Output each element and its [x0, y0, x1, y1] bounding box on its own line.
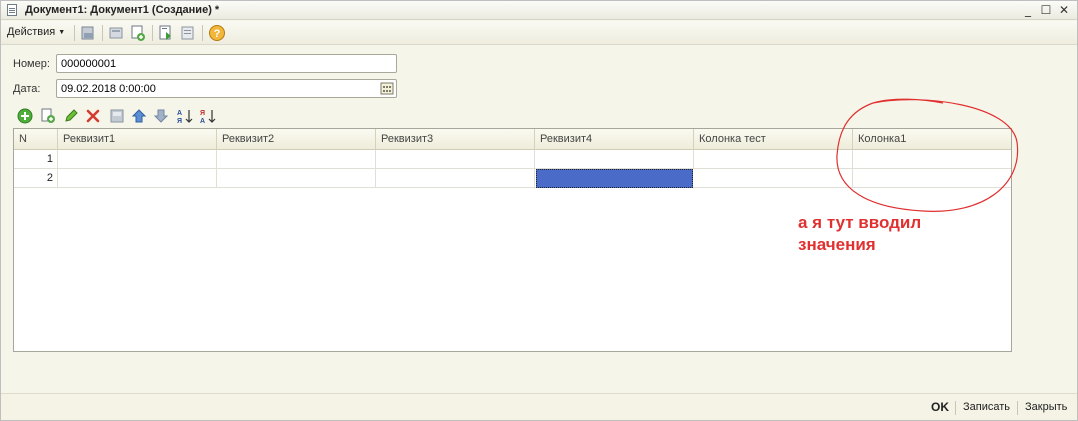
column-header-rekvizit4[interactable]: Реквизит4: [535, 129, 694, 150]
column-header-n[interactable]: N: [14, 129, 58, 150]
window-title: Документ1: Документ1 (Создание) *: [25, 4, 220, 16]
row-number-cell[interactable]: 1: [14, 150, 58, 169]
table-cell[interactable]: [217, 150, 376, 169]
document-window: Документ1: Документ1 (Создание) * _ ☐ ✕ …: [0, 0, 1078, 421]
main-toolbar: Действия ▼ ?: [1, 21, 1077, 45]
print-icon[interactable]: [179, 24, 197, 42]
bottom-command-bar: OK Записать Закрыть: [1, 393, 1077, 420]
move-down-icon[interactable]: [153, 108, 169, 124]
svg-text:Я: Я: [177, 118, 182, 124]
actions-menu-label: Действия: [7, 26, 56, 38]
table-cell[interactable]: [376, 150, 535, 169]
chevron-down-icon: ▼: [58, 29, 66, 36]
table-cell[interactable]: [694, 169, 853, 188]
command-divider: [955, 401, 956, 415]
title-bar: Документ1: Документ1 (Создание) * _ ☐ ✕: [1, 1, 1077, 20]
close-button[interactable]: Закрыть: [1025, 401, 1067, 413]
annotation-circle: [836, 98, 1019, 212]
table-cell[interactable]: [376, 169, 535, 188]
delete-row-icon[interactable]: [85, 108, 101, 124]
row-number-cell[interactable]: 2: [14, 169, 58, 188]
end-edit-icon[interactable]: [109, 108, 125, 124]
cancel-posting-icon[interactable]: [107, 24, 125, 42]
sort-asc-icon[interactable]: А Я: [177, 108, 193, 124]
move-up-icon[interactable]: [131, 108, 147, 124]
column-header-rekvizit1[interactable]: Реквизит1: [58, 129, 217, 150]
post-document-icon[interactable]: [79, 24, 97, 42]
number-field[interactable]: 000000001: [56, 54, 397, 73]
calendar-icon[interactable]: [380, 81, 395, 96]
table-cell[interactable]: [58, 150, 217, 169]
svg-text:А: А: [200, 118, 205, 124]
sort-desc-icon[interactable]: Я А: [200, 108, 216, 124]
minimize-button[interactable]: _: [1020, 3, 1036, 17]
svg-text:Я: Я: [200, 110, 205, 117]
toolbar-divider: [152, 25, 153, 41]
maximize-button[interactable]: ☐: [1038, 3, 1054, 17]
annotation-line2: значения: [798, 235, 876, 254]
column-header-rekvizit2[interactable]: Реквизит2: [217, 129, 376, 150]
selected-cell[interactable]: [536, 169, 693, 188]
toolbar-divider: [74, 25, 75, 41]
table-cell[interactable]: [58, 169, 217, 188]
document-icon: [7, 4, 17, 16]
structure-icon[interactable]: [157, 24, 175, 42]
column-header-rekvizit3[interactable]: Реквизит3: [376, 129, 535, 150]
date-value: 09.02.2018 0:00:00: [61, 83, 156, 95]
column-header-kolonka-test[interactable]: Колонка тест: [694, 129, 853, 150]
table-cell[interactable]: [217, 169, 376, 188]
date-label: Дата:: [13, 83, 41, 95]
table-cell[interactable]: [535, 150, 694, 169]
svg-text:?: ?: [214, 28, 221, 40]
save-button[interactable]: Записать: [963, 401, 1010, 413]
ok-button[interactable]: OK: [931, 400, 949, 414]
number-label: Номер:: [13, 58, 50, 70]
command-divider: [1017, 401, 1018, 415]
svg-text:А: А: [177, 110, 182, 117]
annotation-line1: а я тут вводил: [798, 213, 922, 232]
copy-row-icon[interactable]: [40, 108, 56, 124]
toolbar-divider: [202, 25, 203, 41]
copy-icon[interactable]: [129, 24, 147, 42]
toolbar-divider: [102, 25, 103, 41]
actions-menu-button[interactable]: Действия ▼: [7, 26, 65, 38]
help-icon[interactable]: ?: [208, 24, 226, 42]
close-window-button[interactable]: ✕: [1056, 3, 1072, 17]
edit-row-icon[interactable]: [63, 108, 79, 124]
table-cell[interactable]: [694, 150, 853, 169]
annotation-text: а я тут вводил значения: [798, 212, 998, 256]
date-field[interactable]: 09.02.2018 0:00:00: [56, 79, 397, 98]
add-row-icon[interactable]: [17, 108, 33, 124]
